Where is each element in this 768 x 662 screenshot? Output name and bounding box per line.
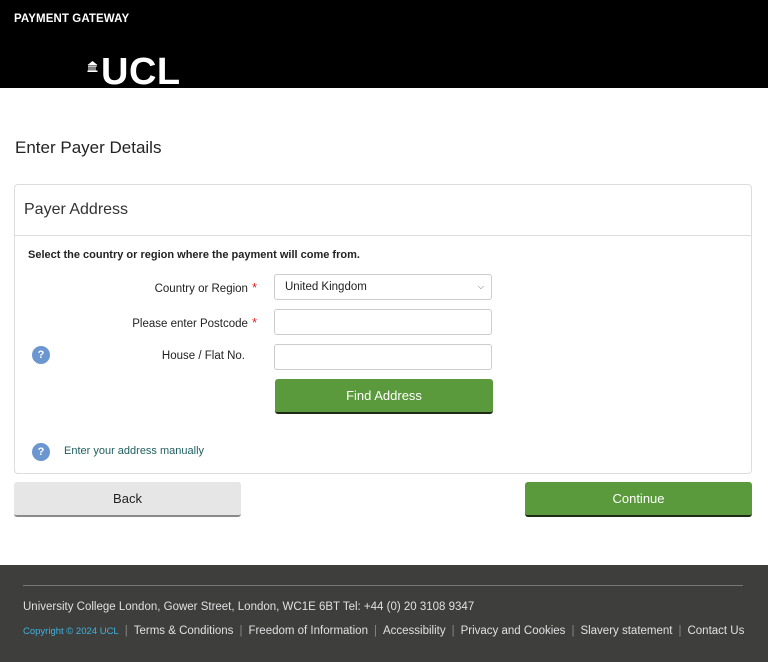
footer-address: University College London, Gower Street,… [23, 601, 475, 613]
country-select[interactable]: United Kingdom ⌵ [274, 274, 492, 300]
help-icon[interactable]: ? [32, 346, 50, 364]
portico-icon [87, 61, 98, 72]
continue-button[interactable]: Continue [525, 482, 752, 517]
find-address-button[interactable]: Find Address [275, 379, 493, 414]
required-marker: * [251, 315, 257, 330]
country-label: Country or Region * [155, 280, 257, 295]
back-button[interactable]: Back [14, 482, 241, 517]
copyright-link[interactable]: Copyright © 2024 UCL [23, 626, 119, 637]
footer-link-foi[interactable]: Freedom of Information [248, 625, 368, 637]
postcode-label: Please enter Postcode * [132, 315, 257, 330]
footer-link-terms[interactable]: Terms & Conditions [134, 625, 234, 637]
separator: | [678, 625, 682, 637]
house-row: ? House / Flat No. [15, 344, 753, 370]
footer-link-accessibility[interactable]: Accessibility [383, 625, 446, 637]
page-title: Enter Payer Details [15, 138, 162, 157]
payer-address-panel: Payer Address Select the country or regi… [14, 184, 752, 474]
house-label: House / Flat No. [161, 350, 245, 362]
postcode-input[interactable] [274, 309, 492, 335]
footer-divider [23, 585, 743, 586]
footer-link-slavery[interactable]: Slavery statement [580, 625, 672, 637]
postcode-row: Please enter Postcode * [15, 309, 753, 335]
separator: | [373, 625, 377, 637]
footer-link-contact[interactable]: Contact Us [687, 625, 744, 637]
instructions-text: Select the country or region where the p… [28, 249, 360, 261]
postcode-label-text: Please enter Postcode [132, 318, 248, 330]
footer-links: Copyright © 2024 UCL | Terms & Condition… [23, 625, 744, 637]
footer-link-privacy[interactable]: Privacy and Cookies [461, 625, 566, 637]
site-header: PAYMENT GATEWAY UCL [0, 0, 768, 88]
site-footer: University College London, Gower Street,… [0, 565, 768, 662]
separator: | [239, 625, 243, 637]
required-marker: * [251, 280, 257, 295]
separator: | [571, 625, 575, 637]
house-number-input[interactable] [274, 344, 492, 370]
logo-text: UCL [101, 57, 181, 88]
country-select-value: United Kingdom [285, 281, 367, 293]
separator: | [124, 625, 128, 637]
separator: | [451, 625, 455, 637]
country-row: Country or Region * United Kingdom ⌵ [15, 274, 753, 300]
payment-gateway-label: PAYMENT GATEWAY [14, 13, 130, 25]
country-label-text: Country or Region [154, 283, 248, 295]
enter-address-manually-link[interactable]: Enter your address manually [64, 445, 204, 457]
chevron-down-icon: ⌵ [477, 282, 484, 291]
ucl-logo[interactable]: UCL [87, 57, 181, 88]
panel-heading: Payer Address [15, 185, 751, 236]
help-icon[interactable]: ? [32, 443, 50, 461]
